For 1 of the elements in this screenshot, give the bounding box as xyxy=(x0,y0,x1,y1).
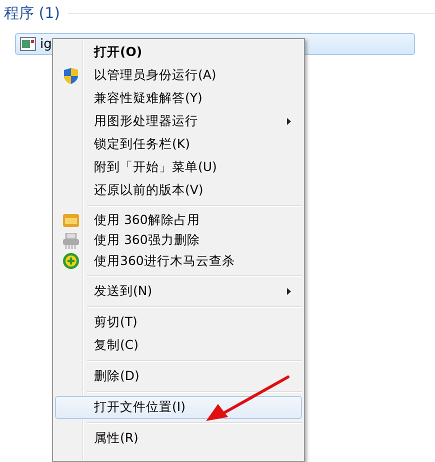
section-title: 程序 (1) xyxy=(4,4,60,22)
